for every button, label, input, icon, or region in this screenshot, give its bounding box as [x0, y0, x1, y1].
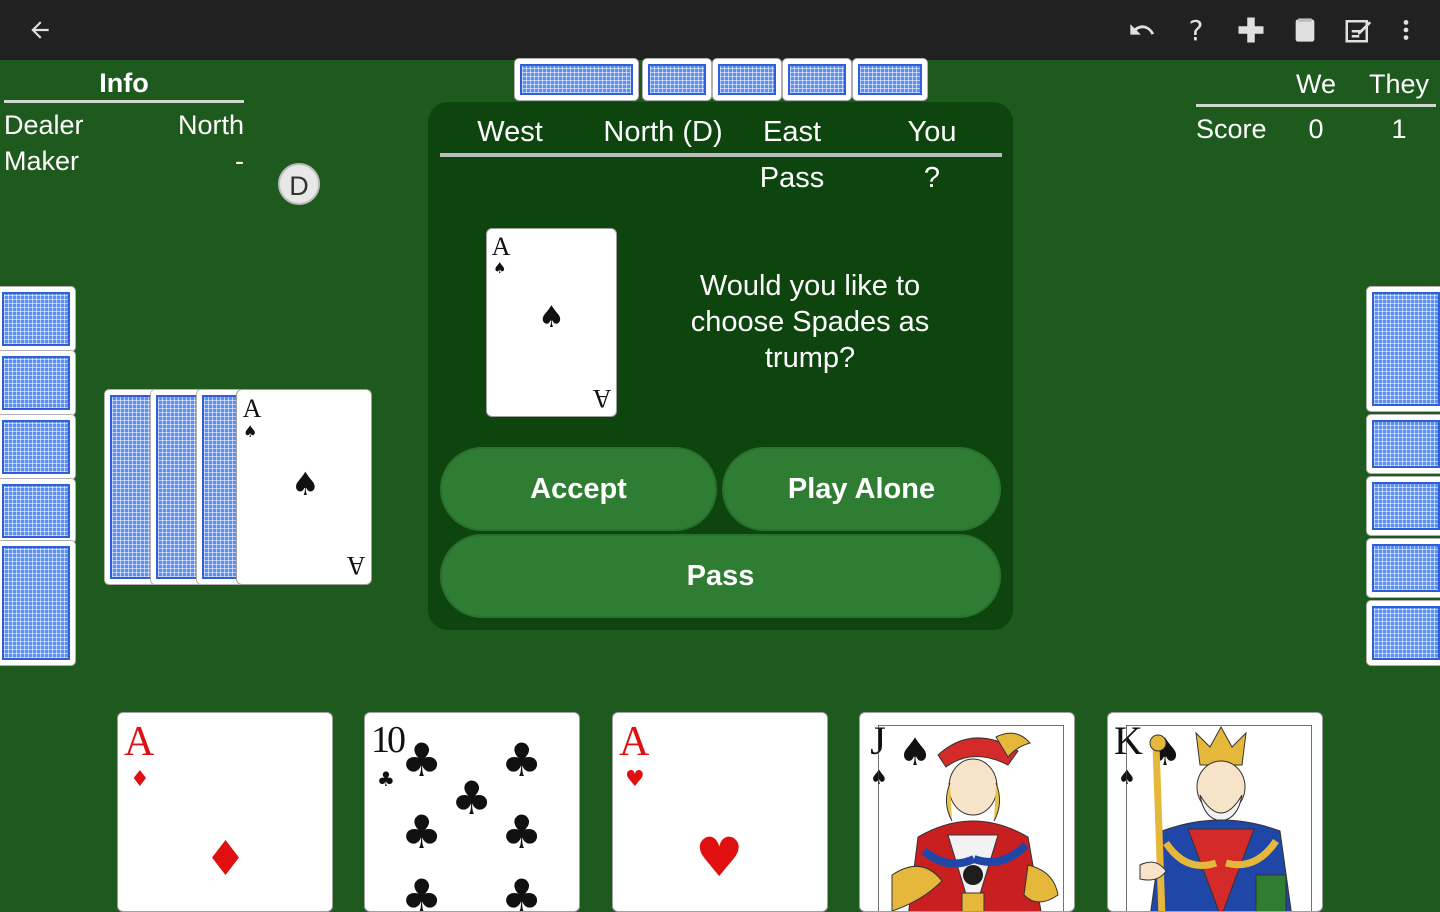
card-back — [0, 478, 76, 544]
card-back — [0, 350, 76, 416]
hand-card[interactable]: A ♦ ♦ — [117, 712, 333, 912]
card-back — [642, 58, 712, 101]
jack-portrait-icon — [878, 725, 1064, 911]
club-icon: ♣ — [501, 869, 543, 912]
player-you: You — [907, 116, 957, 148]
bidding-row: Pass ? — [440, 162, 1002, 200]
card-back — [1366, 286, 1440, 412]
club-icon: ♣ — [501, 805, 543, 859]
hand-card[interactable]: 10 ♣ ♣ ♣ ♣ ♣ ♣ ♣ ♣ — [364, 712, 580, 912]
card-rank: A — [124, 719, 155, 765]
score-row-label: Score — [1196, 114, 1267, 144]
card-back — [1366, 538, 1440, 598]
accept-button[interactable]: Accept — [440, 447, 717, 531]
card-suit-icon: ♠ — [493, 259, 507, 277]
card-rank: A — [491, 232, 511, 261]
card-rank: A — [619, 719, 650, 765]
cards-icon — [1291, 16, 1319, 44]
club-icon: ♣ — [451, 771, 493, 825]
club-icon: ♣ — [377, 767, 395, 791]
pass-button[interactable]: Pass — [440, 534, 1001, 618]
player-west: West — [477, 116, 543, 148]
maker-label: Maker — [4, 146, 80, 176]
help-button[interactable]: ? — [1176, 10, 1216, 50]
hand-card[interactable]: K ♠ ♠ — [1107, 712, 1323, 912]
plus-icon — [1236, 15, 1266, 45]
score-they-value: 1 — [1391, 114, 1407, 144]
player-north: North (D) — [603, 116, 723, 148]
card-rank: 10 — [371, 719, 406, 761]
divider — [1196, 104, 1436, 107]
more-vertical-icon — [1401, 17, 1411, 43]
king-portrait-icon — [1126, 725, 1312, 911]
score-col-they: They — [1368, 69, 1430, 99]
card-back — [1366, 476, 1440, 536]
card-back — [1366, 600, 1440, 666]
upcard: A ♠ ♠ A — [486, 228, 617, 417]
kitty-top-card: A ♠ ♠ A — [236, 389, 372, 585]
card-suit-icon: ♠ — [243, 422, 258, 441]
undo-icon — [1128, 16, 1156, 44]
maker-value: - — [235, 146, 244, 176]
trump-question: Would you like to choose Spades as trump… — [690, 270, 930, 374]
dealer-label: Dealer — [4, 110, 84, 140]
top-app-bar: ? — [0, 0, 1440, 60]
back-button[interactable] — [20, 10, 60, 50]
info-title: Info — [99, 68, 149, 98]
score-panel: We They Score 0 1 — [1196, 66, 1436, 147]
play-alone-button[interactable]: Play Alone — [722, 447, 1001, 531]
player-east: East — [762, 116, 822, 148]
card-back — [852, 58, 928, 101]
hand-card[interactable]: J ♠ ♠ — [859, 712, 1075, 912]
spade-icon: ♠ — [291, 465, 320, 503]
trump-dialog: West North (D) East You Pass ? A ♠ ♠ A W… — [428, 102, 1013, 630]
card-back — [0, 414, 76, 480]
card-back — [1366, 414, 1440, 474]
undo-button[interactable] — [1122, 10, 1162, 50]
club-icon: ♣ — [401, 733, 443, 787]
diamond-icon: ♦ — [204, 831, 248, 887]
club-icon: ♣ — [401, 805, 443, 859]
bid-you: ? — [923, 162, 941, 194]
hand-card[interactable]: A ♥ ♥ — [612, 712, 828, 912]
scores-button[interactable] — [1338, 10, 1378, 50]
card-rank: A — [346, 551, 366, 580]
spade-icon: ♠ — [538, 300, 565, 335]
card-back — [782, 58, 852, 101]
more-button[interactable] — [1386, 10, 1426, 50]
divider — [4, 100, 244, 103]
bid-east: Pass — [759, 162, 825, 194]
dealer-value: North — [177, 110, 244, 140]
arrow-left-icon — [27, 17, 53, 43]
score-we-value: 0 — [1308, 114, 1324, 144]
card-back — [712, 58, 782, 101]
info-panel: Info Dealer North Maker - — [4, 66, 244, 179]
bidding-header: West North (D) East You — [440, 116, 1002, 154]
card-back — [514, 58, 639, 101]
new-game-button[interactable] — [1231, 10, 1271, 50]
card-back — [0, 286, 76, 352]
card-rank: A — [242, 394, 262, 423]
club-icon: ♣ — [501, 733, 543, 787]
diamond-icon: ♦ — [130, 767, 150, 792]
club-icon: ♣ — [401, 869, 443, 912]
cards-button[interactable] — [1285, 10, 1325, 50]
scores-icon — [1343, 15, 1373, 45]
heart-icon: ♥ — [625, 767, 645, 792]
help-icon: ? — [1188, 13, 1204, 47]
dealer-chip: D — [278, 163, 320, 205]
score-col-we: We — [1296, 69, 1337, 99]
divider — [440, 153, 1002, 157]
card-back — [0, 540, 76, 666]
heart-icon: ♥ — [695, 826, 744, 889]
card-rank: A — [592, 384, 612, 413]
